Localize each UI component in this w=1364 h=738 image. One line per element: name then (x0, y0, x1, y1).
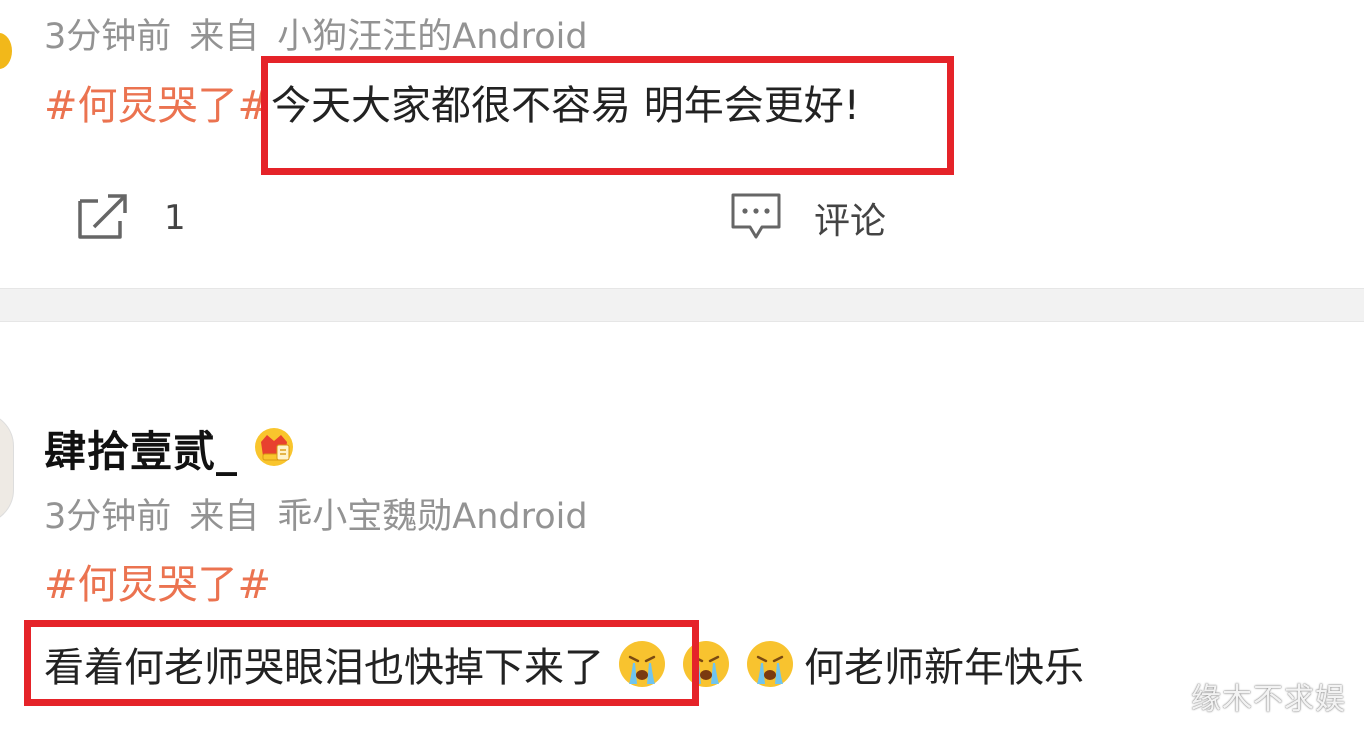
crying-face-emoji (747, 641, 793, 687)
hashtag-link[interactable]: #何炅哭了# (44, 83, 271, 129)
comment-icon (730, 191, 782, 245)
post-time: 3分钟前 (44, 497, 172, 537)
post-actions: 1 评论 (0, 190, 1364, 250)
post-text-after-emoji: 何老师新年快乐 (804, 645, 1084, 691)
source-prefix: 来自 (189, 497, 260, 537)
user-header: 肆拾壹贰_ (44, 420, 296, 476)
share-count: 1 (164, 198, 186, 238)
hashtag-link[interactable]: #何炅哭了# (44, 560, 271, 610)
crown-badge-icon[interactable] (238, 424, 296, 472)
post-card-1: 3分钟前 来自 小狗汪汪的Android #何炅哭了#今天大家都很不容易 明年会更好… (0, 0, 1364, 288)
comment-button[interactable]: 评论 (730, 190, 886, 246)
post-meta: 3分钟前 来自 乖小宝魏勋Android (44, 494, 606, 540)
source-prefix: 来自 (189, 17, 260, 57)
username[interactable]: 肆拾壹贰_ (44, 418, 238, 479)
share-button[interactable]: 1 (76, 190, 186, 246)
post-source[interactable]: 小狗汪汪的Android (277, 17, 587, 57)
comment-label: 评论 (814, 201, 887, 242)
watermark: 缘木不求娱 (1191, 682, 1346, 717)
post-card-2: 肆拾壹贰_ 3分钟前 来自 乖小宝魏勋Android #何炅哭了# 看着何老师哭眼泪… (0, 322, 1364, 738)
post-meta: 3分钟前 来自 小狗汪汪的Android (44, 14, 606, 60)
avatar[interactable] (0, 33, 12, 69)
avatar[interactable] (0, 412, 14, 524)
highlight-box (24, 620, 699, 706)
post-source[interactable]: 乖小宝魏勋Android (277, 497, 587, 537)
post-time: 3分钟前 (44, 17, 172, 57)
share-icon (76, 191, 130, 245)
feed-divider (0, 288, 1364, 322)
highlight-box (261, 56, 954, 175)
